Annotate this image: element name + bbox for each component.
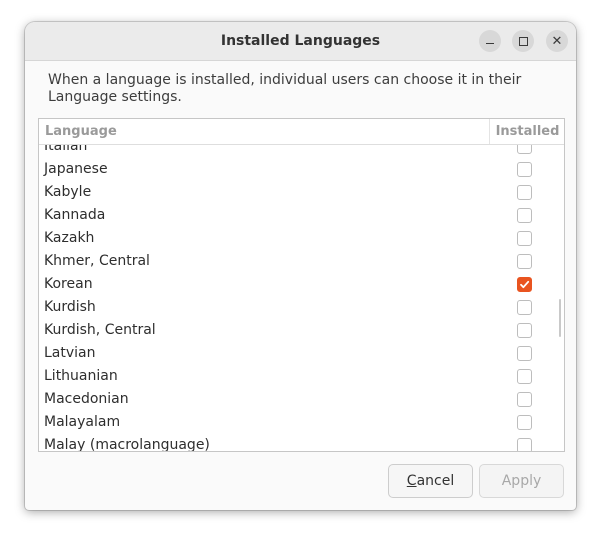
language-label: Lithuanian	[44, 368, 118, 384]
scrollbar-thumb[interactable]	[559, 299, 561, 337]
list-item[interactable]: Kurdish, Central	[39, 319, 564, 342]
list-item[interactable]: Khmer, Central	[39, 250, 564, 273]
list-item[interactable]: Korean	[39, 273, 564, 296]
language-label: Kurdish	[44, 299, 96, 315]
cancel-label: ancel	[416, 473, 455, 489]
installed-checkbox[interactable]	[517, 346, 532, 361]
installed-checkbox[interactable]	[517, 208, 532, 223]
language-list[interactable]: Language Installed Italian Japanese Kabyle…	[38, 118, 565, 452]
language-label: Khmer, Central	[44, 253, 150, 269]
column-header-language[interactable]: Language	[45, 119, 117, 144]
installed-checkbox[interactable]	[517, 231, 532, 246]
list-item[interactable]: Macedonian	[39, 388, 564, 411]
column-header-installed[interactable]: Installed	[489, 119, 564, 144]
list-header: Language Installed	[39, 119, 564, 145]
cancel-mnemonic: C	[406, 473, 417, 489]
language-label: Macedonian	[44, 391, 129, 407]
language-label: Kurdish, Central	[44, 322, 156, 338]
list-item[interactable]: Latvian	[39, 342, 564, 365]
language-label: Korean	[44, 276, 93, 292]
checkmark-icon	[520, 280, 530, 289]
installed-languages-dialog: Installed Languages ✕ When a language is…	[25, 22, 576, 510]
language-label: Kazakh	[44, 230, 95, 246]
close-button[interactable]: ✕	[546, 30, 568, 52]
installed-checkbox[interactable]	[517, 277, 532, 292]
list-item[interactable]: Italian	[39, 145, 564, 158]
installed-checkbox[interactable]	[517, 254, 532, 269]
close-icon: ✕	[551, 33, 563, 49]
installed-checkbox[interactable]	[517, 438, 532, 451]
list-item[interactable]: Malayalam	[39, 411, 564, 434]
minimize-icon	[486, 42, 494, 45]
installed-checkbox[interactable]	[517, 162, 532, 177]
list-item[interactable]: Kazakh	[39, 227, 564, 250]
maximize-icon	[518, 36, 528, 46]
title-bar[interactable]: Installed Languages ✕	[25, 22, 576, 61]
list-item[interactable]: Kabyle	[39, 181, 564, 204]
installed-checkbox[interactable]	[517, 369, 532, 384]
minimize-button[interactable]	[479, 30, 501, 52]
maximize-button[interactable]	[512, 30, 534, 52]
language-label: Kannada	[44, 207, 106, 223]
installed-checkbox[interactable]	[517, 323, 532, 338]
list-item[interactable]: Malay (macrolanguage)	[39, 434, 564, 451]
installed-checkbox[interactable]	[517, 415, 532, 430]
language-label: Japanese	[44, 161, 108, 177]
apply-button[interactable]: Apply	[479, 464, 564, 498]
language-label: Italian	[44, 145, 88, 154]
list-item[interactable]: Kurdish	[39, 296, 564, 319]
installed-checkbox[interactable]	[517, 392, 532, 407]
installed-checkbox[interactable]	[517, 145, 532, 154]
language-label: Kabyle	[44, 184, 92, 200]
language-label: Latvian	[44, 345, 96, 361]
list-item[interactable]: Lithuanian	[39, 365, 564, 388]
list-rows: Italian Japanese Kabyle Kannada Kazakh Khmer,…	[39, 145, 564, 451]
installed-checkbox[interactable]	[517, 185, 532, 200]
language-label: Malayalam	[44, 414, 121, 430]
list-item[interactable]: Japanese	[39, 158, 564, 181]
cancel-button[interactable]: Cancel	[388, 464, 473, 498]
language-label: Malay (macrolanguage)	[44, 437, 210, 451]
list-item[interactable]: Kannada	[39, 204, 564, 227]
installed-checkbox[interactable]	[517, 300, 532, 315]
description-text: When a language is installed, individual…	[48, 72, 522, 105]
